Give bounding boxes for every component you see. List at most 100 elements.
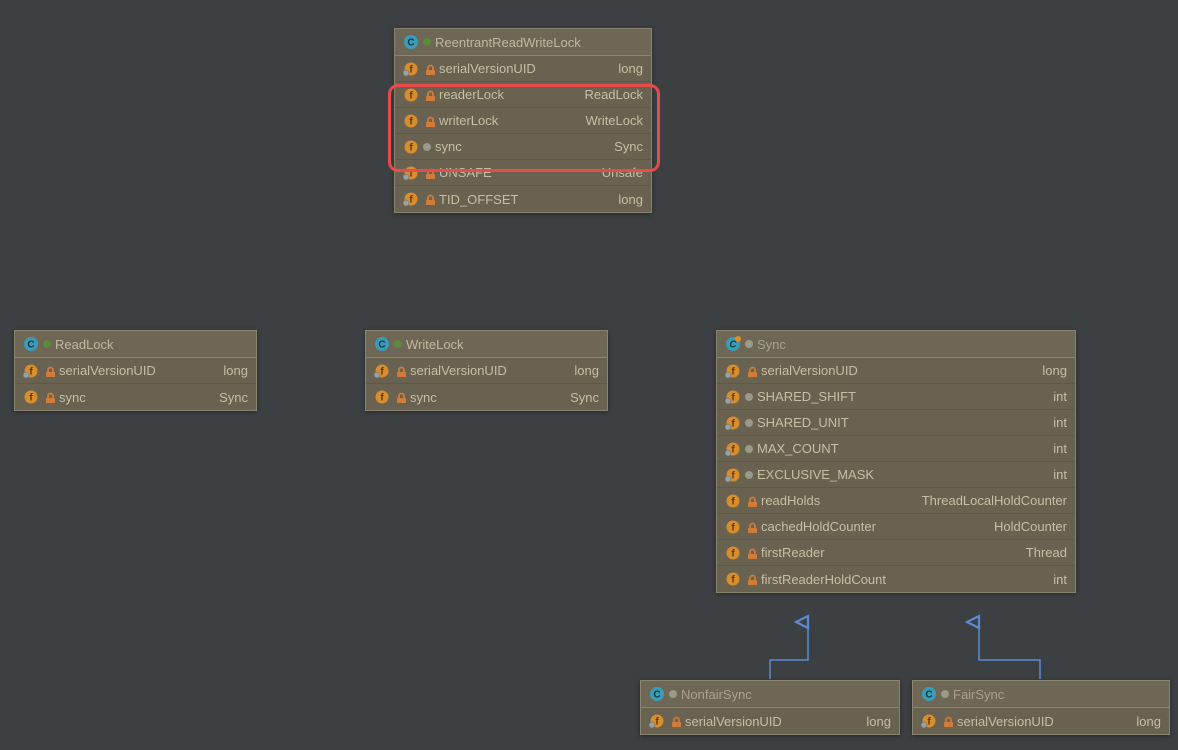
lock-icon [423,193,435,205]
field-row[interactable]: readHolds ThreadLocalHoldCounter [717,488,1075,514]
lock-icon [745,573,757,585]
field-row[interactable]: SHARED_SHIFT int [717,384,1075,410]
lock-icon [745,547,757,559]
visibility-icon [423,38,431,46]
field-icon [921,713,937,729]
field-row[interactable]: sync Sync [395,134,651,160]
class-header: Sync [717,331,1075,358]
field-row[interactable]: TID_OFFSET long [395,186,651,212]
field-icon [23,363,39,379]
lock-icon [669,715,681,727]
class-nonfair-sync[interactable]: NonfairSync serialVersionUID long [640,680,900,735]
field-icon [725,415,741,431]
visibility-icon [423,143,431,151]
lock-icon [43,391,55,403]
class-body: serialVersionUID long readerLock ReadLoc… [395,56,651,212]
field-row[interactable]: serialVersionUID long [641,708,899,734]
class-name: ReentrantReadWriteLock [435,35,581,50]
class-icon [649,686,665,702]
field-type: int [1053,467,1067,482]
visibility-icon [669,690,677,698]
class-name: ReadLock [55,337,114,352]
field-row[interactable]: serialVersionUID long [366,358,607,384]
class-header: WriteLock [366,331,607,358]
field-type: long [574,363,599,378]
field-icon [725,519,741,535]
field-icon [725,571,741,587]
visibility-icon [394,340,402,348]
field-row[interactable]: serialVersionUID long [395,56,651,82]
field-type: WriteLock [585,113,643,128]
field-row[interactable]: serialVersionUID long [913,708,1169,734]
field-type: long [1136,714,1161,729]
field-row[interactable]: sync Sync [15,384,256,410]
class-icon [403,34,419,50]
class-header: NonfairSync [641,681,899,708]
field-icon [374,389,390,405]
field-type: long [1042,363,1067,378]
visibility-icon [745,445,753,453]
visibility-icon [941,690,949,698]
field-icon [725,363,741,379]
field-row[interactable]: sync Sync [366,384,607,410]
field-type: long [618,192,643,207]
class-icon [23,336,39,352]
class-name: FairSync [953,687,1004,702]
class-reentrant-read-write-lock[interactable]: ReentrantReadWriteLock serialVersionUID … [394,28,652,213]
field-name: sync [410,390,437,405]
field-name: SHARED_SHIFT [757,389,856,404]
class-sync[interactable]: Sync serialVersionUID long SHARED_SHIFT … [716,330,1076,593]
field-icon [403,87,419,103]
field-row[interactable]: MAX_COUNT int [717,436,1075,462]
field-icon [23,389,39,405]
lock-icon [745,521,757,533]
field-row[interactable]: firstReader Thread [717,540,1075,566]
field-row[interactable]: SHARED_UNIT int [717,410,1075,436]
class-icon [374,336,390,352]
field-name: EXCLUSIVE_MASK [757,467,874,482]
field-row[interactable]: cachedHoldCounter HoldCounter [717,514,1075,540]
field-row[interactable]: serialVersionUID long [15,358,256,384]
field-row[interactable]: UNSAFE Unsafe [395,160,651,186]
field-row[interactable]: writerLock WriteLock [395,108,651,134]
lock-icon [423,167,435,179]
lock-icon [745,495,757,507]
field-name: serialVersionUID [59,363,156,378]
visibility-icon [745,340,753,348]
class-fair-sync[interactable]: FairSync serialVersionUID long [912,680,1170,735]
field-name: writerLock [439,113,498,128]
lock-icon [43,365,55,377]
field-name: firstReader [761,545,825,560]
field-icon [403,165,419,181]
field-icon [403,191,419,207]
class-name: Sync [757,337,786,352]
class-icon [921,686,937,702]
field-name: serialVersionUID [957,714,1054,729]
visibility-icon [745,419,753,427]
field-type: int [1053,572,1067,587]
field-icon [649,713,665,729]
field-row[interactable]: serialVersionUID long [717,358,1075,384]
field-name: cachedHoldCounter [761,519,876,534]
field-type: ThreadLocalHoldCounter [922,493,1067,508]
field-icon [725,389,741,405]
field-name: sync [59,390,86,405]
field-row[interactable]: readerLock ReadLock [395,82,651,108]
class-write-lock[interactable]: WriteLock serialVersionUID long sync Syn… [365,330,608,411]
lock-icon [394,391,406,403]
field-name: serialVersionUID [439,61,536,76]
field-row[interactable]: EXCLUSIVE_MASK int [717,462,1075,488]
field-type: int [1053,389,1067,404]
field-row[interactable]: firstReaderHoldCount int [717,566,1075,592]
field-name: SHARED_UNIT [757,415,849,430]
field-type: ReadLock [584,87,643,102]
field-type: long [223,363,248,378]
class-header: ReentrantReadWriteLock [395,29,651,56]
field-type: Sync [570,390,599,405]
abstract-class-icon [725,336,741,352]
field-name: UNSAFE [439,165,492,180]
class-read-lock[interactable]: ReadLock serialVersionUID long sync Sync [14,330,257,411]
lock-icon [423,63,435,75]
field-name: MAX_COUNT [757,441,839,456]
class-header: FairSync [913,681,1169,708]
